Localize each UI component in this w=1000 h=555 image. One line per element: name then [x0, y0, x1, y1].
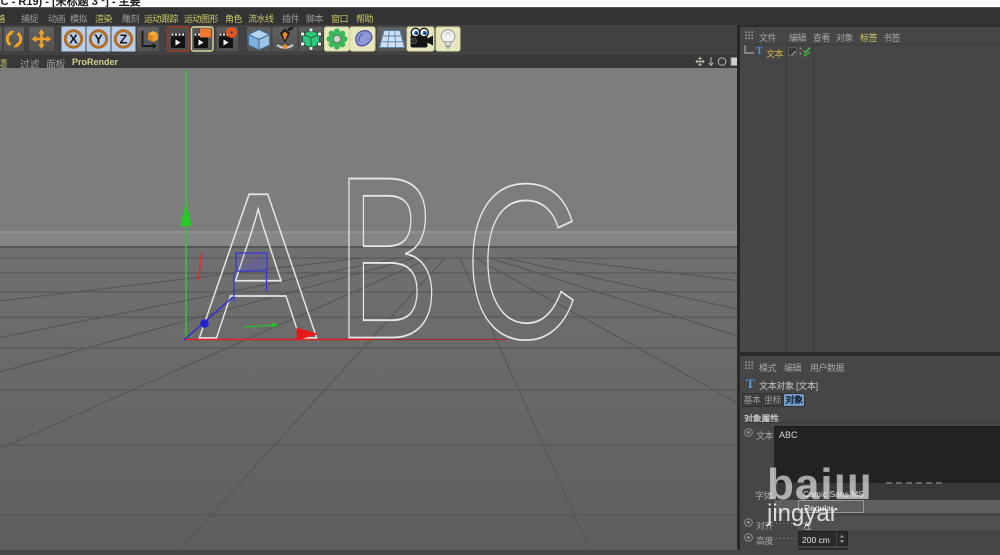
- svg-text:B: B: [336, 129, 440, 387]
- svg-text:X: X: [69, 32, 78, 47]
- svg-text:C: C: [465, 138, 579, 385]
- svg-text:Z: Z: [120, 32, 128, 47]
- svg-text:Y: Y: [94, 32, 103, 47]
